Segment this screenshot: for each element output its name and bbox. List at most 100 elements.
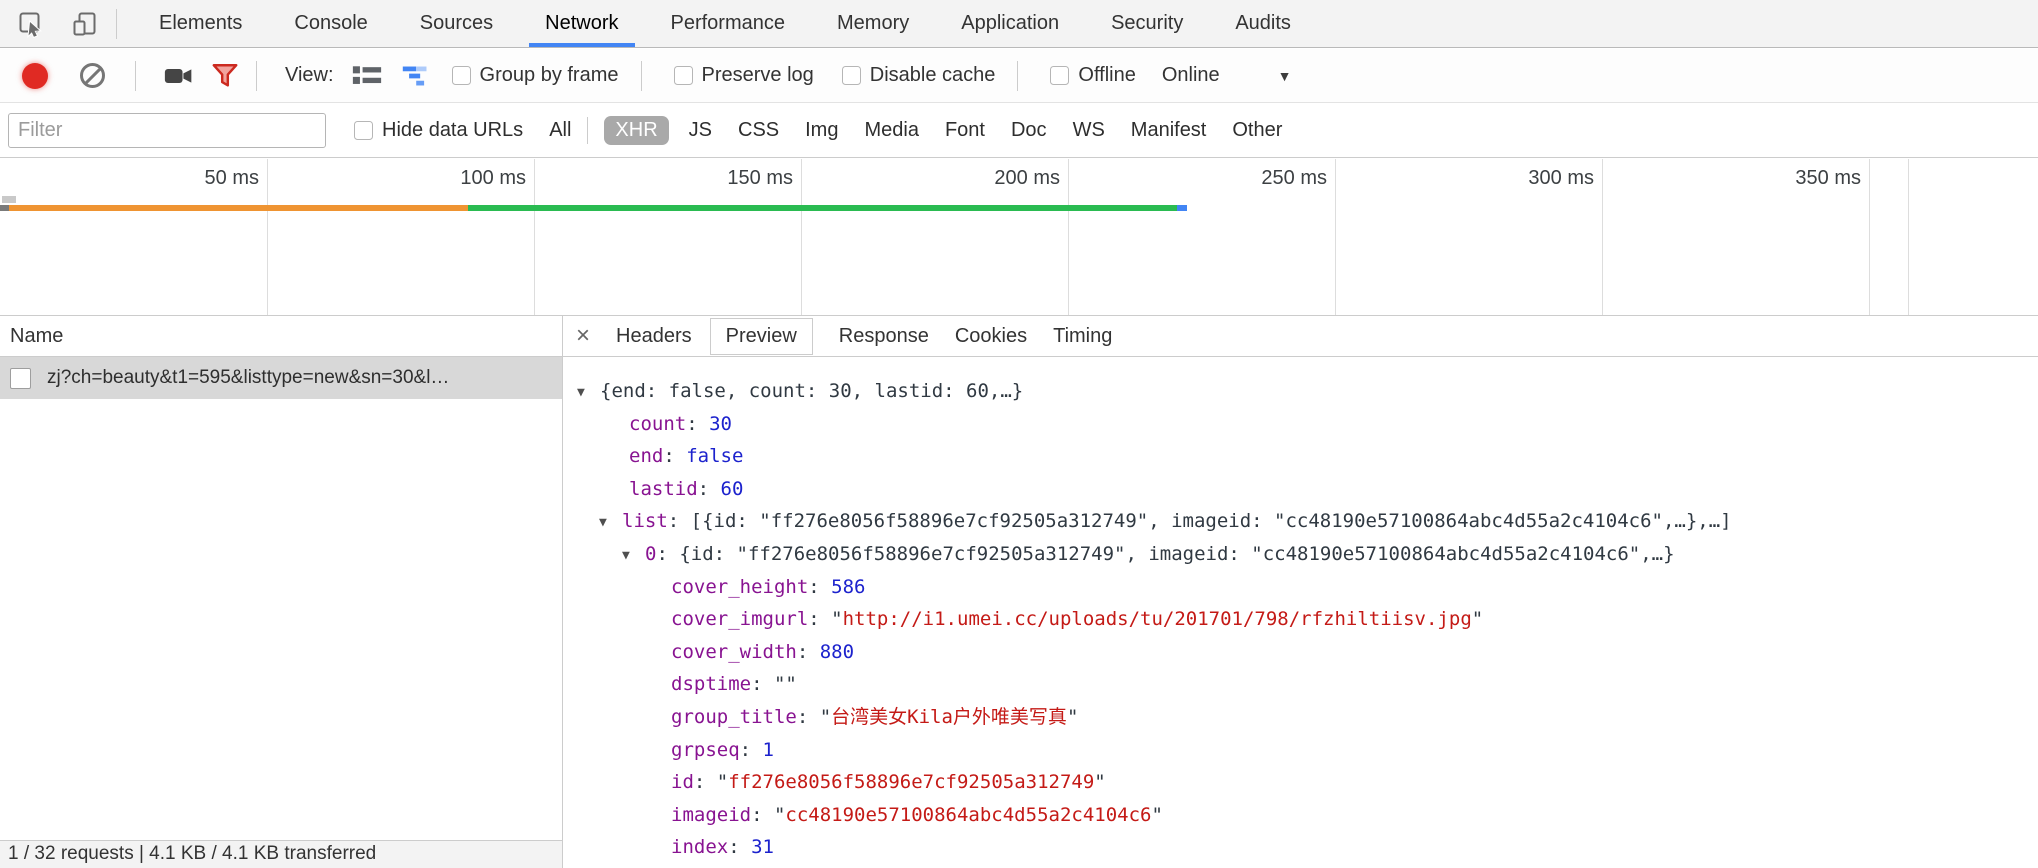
details-tab-preview[interactable]: Preview xyxy=(710,318,813,355)
gridline-50ms xyxy=(267,159,268,315)
details-tab-cookies[interactable]: Cookies xyxy=(955,325,1027,348)
network-overview[interactable]: 50 ms 100 ms 150 ms 200 ms 250 ms 300 ms… xyxy=(0,159,2038,316)
disable-cache-label: Disable cache xyxy=(870,64,996,87)
filter-type-doc[interactable]: Doc xyxy=(1011,119,1047,142)
resource-file-icon xyxy=(10,368,31,389)
filter-type-css[interactable]: CSS xyxy=(738,119,779,142)
record-button[interactable] xyxy=(22,63,48,89)
filter-type-all[interactable]: All xyxy=(549,119,571,142)
tree-expand-arrow-icon[interactable]: ▼ xyxy=(577,377,600,410)
filter-type-media[interactable]: Media xyxy=(864,119,918,142)
tick-label-150ms: 150 ms xyxy=(663,167,793,190)
gridline-200ms xyxy=(1068,159,1069,315)
details-tab-headers[interactable]: Headers xyxy=(616,325,692,348)
tree-segment: id xyxy=(671,771,694,793)
tree-segment: " xyxy=(1094,771,1105,793)
tree-segment: 586 xyxy=(831,576,865,598)
details-tab-timing[interactable]: Timing xyxy=(1053,325,1112,348)
tree-segment: : xyxy=(698,478,721,500)
request-row-selected[interactable]: zj?ch=beauty&t1=595&listtype=new&sn=30&l… xyxy=(0,357,562,399)
show-overview-icon[interactable] xyxy=(402,61,432,91)
tab-elements[interactable]: Elements xyxy=(133,0,268,47)
tree-line: cover_width: 880 xyxy=(563,636,2038,669)
tree-segment: 0 xyxy=(645,543,656,565)
tab-sources[interactable]: Sources xyxy=(394,0,519,47)
tree-segment: : xyxy=(797,641,820,663)
name-column-header[interactable]: Name xyxy=(0,316,562,357)
tree-line: group_title: "台湾美女Kila户外唯美写真" xyxy=(563,701,2038,734)
tree-line: intro_height: 50 xyxy=(563,864,2038,868)
toolbar-separator xyxy=(256,61,257,91)
tree-segment: cc48190e57100864abc4d55a2c4104c6 xyxy=(785,804,1151,826)
tree-segment: 31 xyxy=(751,836,774,858)
tree-segment: " xyxy=(1151,804,1162,826)
capture-screenshots-icon[interactable] xyxy=(164,61,194,91)
group-by-frame-label: Group by frame xyxy=(480,64,619,87)
tab-audits[interactable]: Audits xyxy=(1209,0,1317,47)
offline-control: Offline xyxy=(1050,64,1135,87)
tree-segment: "" xyxy=(774,673,797,695)
preserve-log-checkbox[interactable] xyxy=(674,66,693,85)
tree-segment: : xyxy=(663,445,686,467)
clear-requests-icon[interactable] xyxy=(80,63,105,88)
tab-performance[interactable]: Performance xyxy=(645,0,812,47)
tree-segment: http://i1.umei.cc/uploads/tu/201701/798/… xyxy=(843,608,1472,630)
tree-segment: : " xyxy=(808,608,842,630)
disable-cache-control: Disable cache xyxy=(842,64,996,87)
details-tab-strip: × Headers Preview Response Cookies Timin… xyxy=(563,316,2038,357)
tree-segment: [{id: "ff276e8056f58896e7cf92505a312749"… xyxy=(691,510,1732,532)
tab-console[interactable]: Console xyxy=(268,0,393,47)
filter-type-js[interactable]: JS xyxy=(689,119,712,142)
details-tab-response[interactable]: Response xyxy=(839,325,929,348)
tab-application[interactable]: Application xyxy=(935,0,1085,47)
filter-type-other[interactable]: Other xyxy=(1232,119,1282,142)
tab-bar-separator xyxy=(116,9,117,39)
tree-line: cover_height: 586 xyxy=(563,571,2038,604)
close-icon[interactable]: × xyxy=(576,324,590,348)
group-by-frame-checkbox[interactable] xyxy=(452,66,471,85)
tree-segment: : xyxy=(686,413,709,435)
gridline-100ms xyxy=(534,159,535,315)
large-request-rows-icon[interactable] xyxy=(352,61,382,91)
tab-network[interactable]: Network xyxy=(519,0,644,47)
tree-segment: " xyxy=(1067,706,1078,728)
disable-cache-checkbox[interactable] xyxy=(842,66,861,85)
overview-small-request-bar xyxy=(2,196,16,203)
filter-input[interactable] xyxy=(8,113,326,148)
throttling-dropdown-arrow[interactable]: ▼ xyxy=(1278,68,1292,84)
tree-segment: : xyxy=(751,673,774,695)
filter-type-manifest[interactable]: Manifest xyxy=(1131,119,1207,142)
tick-label-50ms: 50 ms xyxy=(129,167,259,190)
tree-line: imageid: "cc48190e57100864abc4d55a2c4104… xyxy=(563,799,2038,832)
tick-label-200ms: 200 ms xyxy=(930,167,1060,190)
tree-segment: false xyxy=(686,445,743,467)
tree-segment: {id: "ff276e8056f58896e7cf92505a312749",… xyxy=(679,543,1674,565)
toggle-device-toolbar-icon[interactable] xyxy=(70,9,100,39)
tab-security[interactable]: Security xyxy=(1085,0,1209,47)
tree-segment: cover_height xyxy=(671,576,808,598)
offline-checkbox[interactable] xyxy=(1050,66,1069,85)
tree-line: ▼0: {id: "ff276e8056f58896e7cf92505a3127… xyxy=(563,538,2038,571)
preview-tree[interactable]: ▼{end: false, count: 30, lastid: 60,…}co… xyxy=(563,357,2038,868)
filter-type-ws[interactable]: WS xyxy=(1073,119,1105,142)
tab-memory[interactable]: Memory xyxy=(811,0,935,47)
network-toolbar: View: Group by frame Preserve log Disabl… xyxy=(0,49,2038,103)
tree-segment: : xyxy=(668,510,691,532)
tree-expand-arrow-icon[interactable]: ▼ xyxy=(622,540,645,573)
filter-type-img[interactable]: Img xyxy=(805,119,838,142)
tree-line: dsptime: "" xyxy=(563,668,2038,701)
toolbar-separator xyxy=(135,61,136,91)
filter-type-font[interactable]: Font xyxy=(945,119,985,142)
inspect-element-icon[interactable] xyxy=(16,9,46,39)
throttling-select-value[interactable]: Online xyxy=(1162,64,1220,87)
tree-segment: cover_width xyxy=(671,641,797,663)
tree-line: grpseq: 1 xyxy=(563,734,2038,767)
filter-type-xhr[interactable]: XHR xyxy=(604,116,668,145)
hide-data-urls-checkbox[interactable] xyxy=(354,121,373,140)
tree-line: id: "ff276e8056f58896e7cf92505a312749" xyxy=(563,766,2038,799)
panel-tabs: Elements Console Sources Network Perform… xyxy=(133,0,1317,47)
tree-expand-arrow-icon[interactable]: ▼ xyxy=(599,507,622,540)
tree-segment: : xyxy=(808,576,831,598)
tab-bar-icons xyxy=(0,0,100,47)
filter-funnel-icon[interactable] xyxy=(210,61,240,91)
